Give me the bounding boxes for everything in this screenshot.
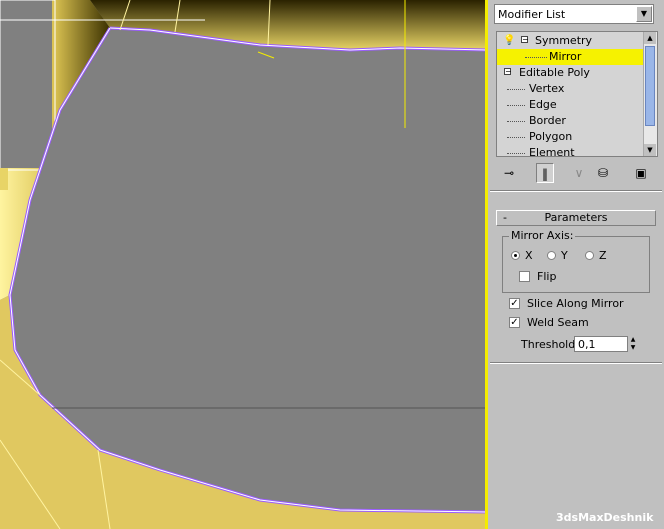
- threshold-input[interactable]: 0,1: [574, 336, 628, 352]
- stack-item-label: Symmetry: [535, 34, 593, 47]
- stack-item-edge[interactable]: Edge: [497, 97, 645, 113]
- collapse-icon[interactable]: −: [504, 68, 512, 76]
- stack-item-border[interactable]: Border: [497, 113, 645, 129]
- pin-stack-icon[interactable]: ⊸: [500, 163, 518, 183]
- stack-item-polygon[interactable]: Polygon: [497, 129, 645, 145]
- scroll-thumb[interactable]: [645, 46, 655, 126]
- stack-item-label: Mirror: [549, 50, 582, 63]
- remove-modifier-icon[interactable]: ⛁: [594, 163, 612, 183]
- axis-y-label: Y: [561, 249, 568, 262]
- parameters-rollout-header[interactable]: - Parameters: [496, 210, 656, 226]
- stack-scrollbar[interactable]: ▲ ▼: [643, 32, 657, 156]
- stack-item-mirror[interactable]: Mirror: [497, 49, 645, 65]
- stack-item-vertex[interactable]: Vertex: [497, 81, 645, 97]
- modifier-list-label: Modifier List: [498, 8, 566, 21]
- mirror-axis-label: Mirror Axis:: [509, 229, 576, 242]
- tree-connector: [525, 57, 547, 59]
- axis-x-radio[interactable]: [511, 251, 520, 260]
- stack-item-editable-poly[interactable]: − Editable Poly: [497, 65, 645, 81]
- threshold-spinner[interactable]: ▲ ▼: [628, 336, 638, 352]
- divider: [490, 190, 662, 192]
- scroll-down-icon[interactable]: ▼: [644, 144, 656, 156]
- watermark: 3dsMaxDeshnik: [556, 511, 654, 524]
- slice-along-mirror-checkbox[interactable]: ✓: [509, 298, 520, 309]
- viewport[interactable]: [0, 0, 487, 529]
- tree-connector: [507, 137, 525, 139]
- show-end-result-icon[interactable]: ‖: [536, 163, 554, 183]
- axis-z-radio[interactable]: [585, 251, 594, 260]
- threshold-value: 0,1: [578, 338, 596, 351]
- viewport-mesh[interactable]: [0, 0, 487, 529]
- modifier-list-dropdown[interactable]: Modifier List ▼: [494, 4, 654, 24]
- mirror-axis-group: Mirror Axis: X Y Z Flip: [502, 229, 650, 293]
- stack-item-label: Vertex: [529, 82, 565, 95]
- stack-item-label: Element: [529, 146, 575, 157]
- stack-item-label: Border: [529, 114, 566, 127]
- weld-seam-label: Weld Seam: [527, 316, 589, 329]
- tree-connector: [507, 121, 525, 123]
- axis-y-radio[interactable]: [547, 251, 556, 260]
- modifier-stack[interactable]: 💡 − Symmetry Mirror − Editable Poly Vert…: [496, 31, 658, 157]
- threshold-label: Threshold:: [521, 338, 579, 351]
- stack-item-element[interactable]: Element: [497, 145, 645, 157]
- dropdown-arrow-icon[interactable]: ▼: [636, 6, 652, 22]
- stack-item-symmetry[interactable]: 💡 − Symmetry: [497, 33, 645, 49]
- flip-checkbox[interactable]: [519, 271, 530, 282]
- stack-item-label: Editable Poly: [519, 66, 590, 79]
- tree-connector: [507, 105, 525, 107]
- tree-connector: [507, 153, 525, 155]
- scroll-up-icon[interactable]: ▲: [644, 32, 656, 44]
- divider: [490, 362, 662, 364]
- lightbulb-icon[interactable]: 💡: [503, 33, 515, 49]
- rollout-title: Parameters: [544, 211, 608, 224]
- command-panel: Modifier List ▼ 💡 − Symmetry Mirror − Ed…: [488, 0, 664, 529]
- slice-along-mirror-label: Slice Along Mirror: [527, 297, 624, 310]
- axis-z-label: Z: [599, 249, 607, 262]
- stack-item-label: Edge: [529, 98, 557, 111]
- flip-label: Flip: [537, 270, 557, 283]
- make-unique-icon[interactable]: ∨: [570, 163, 588, 183]
- weld-seam-checkbox[interactable]: ✓: [509, 317, 520, 328]
- configure-modifier-sets-icon[interactable]: ▣: [632, 163, 650, 183]
- collapse-icon[interactable]: −: [521, 36, 529, 44]
- stack-item-label: Polygon: [529, 130, 573, 143]
- tree-connector: [507, 89, 525, 91]
- axis-x-label: X: [525, 249, 533, 262]
